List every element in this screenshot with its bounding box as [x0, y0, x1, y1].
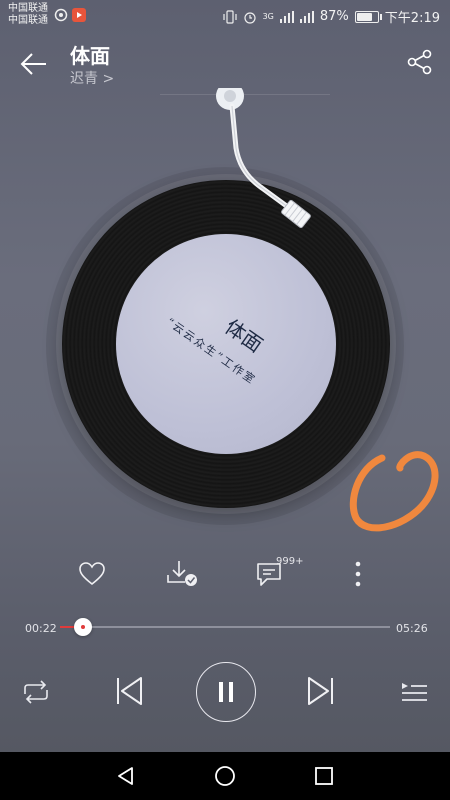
- previous-icon: [117, 677, 142, 705]
- label-title: 体面: [221, 315, 268, 358]
- pause-button[interactable]: [196, 662, 256, 722]
- more-button[interactable]: [342, 556, 374, 592]
- like-button[interactable]: [74, 556, 110, 592]
- battery-percent: 87%: [319, 9, 349, 24]
- share-icon: [407, 49, 432, 75]
- song-title: 体面: [70, 44, 110, 68]
- download-icon: [167, 561, 197, 586]
- repeat-button[interactable]: [16, 672, 56, 712]
- nav-home-button[interactable]: [207, 758, 243, 794]
- signal-icon-1: [279, 10, 294, 23]
- carrier-2: 中国联通: [8, 15, 48, 26]
- playlist-icon: [402, 683, 427, 701]
- nav-home-icon: [215, 766, 235, 786]
- heart-icon: [79, 562, 105, 586]
- battery-icon: [354, 10, 382, 23]
- total-duration: 05:26: [396, 622, 428, 635]
- status-bar: 中国联通 中国联通 3G 87% 下午2:19: [0, 0, 450, 32]
- nav-back-button[interactable]: [108, 758, 144, 794]
- playlist-button[interactable]: [394, 672, 434, 712]
- network-type: 3G: [262, 12, 274, 21]
- app-notification-icon: [54, 8, 68, 22]
- signal-icon-2: [299, 10, 314, 23]
- nav-recents-icon: [315, 767, 333, 785]
- download-button[interactable]: [162, 554, 202, 592]
- progress-knob[interactable]: [74, 618, 93, 636]
- record-label: 体面 “云云众生”工作室: [116, 234, 336, 454]
- system-nav-bar: [0, 752, 450, 800]
- vibrate-icon: [222, 9, 237, 24]
- carrier-1: 中国联通: [8, 3, 48, 14]
- battery-level: [356, 12, 373, 21]
- clock: 下午2:19: [384, 11, 440, 26]
- video-app-icon: [72, 8, 86, 22]
- pause-icon: [219, 682, 233, 702]
- more-icon: [355, 561, 361, 587]
- elapsed-time: 00:22: [25, 622, 57, 635]
- annotation-scribble: [349, 451, 439, 532]
- repeat-icon: [24, 680, 48, 704]
- progress-bar[interactable]: [60, 618, 390, 636]
- previous-button[interactable]: [108, 670, 150, 712]
- tonearm: [216, 88, 311, 229]
- back-button[interactable]: [14, 44, 54, 84]
- comment-count-badge: 999+: [276, 556, 304, 567]
- next-icon: [308, 677, 333, 705]
- nav-recents-button[interactable]: [306, 758, 342, 794]
- artist-link[interactable]: 迟青 >: [70, 68, 114, 88]
- share-button[interactable]: [404, 46, 436, 78]
- next-button[interactable]: [300, 670, 342, 712]
- alarm-icon: [243, 11, 256, 24]
- carrier-info: 中国联通 中国联通: [8, 3, 48, 27]
- nav-back-icon: [118, 767, 133, 785]
- back-arrow-icon: [20, 53, 46, 75]
